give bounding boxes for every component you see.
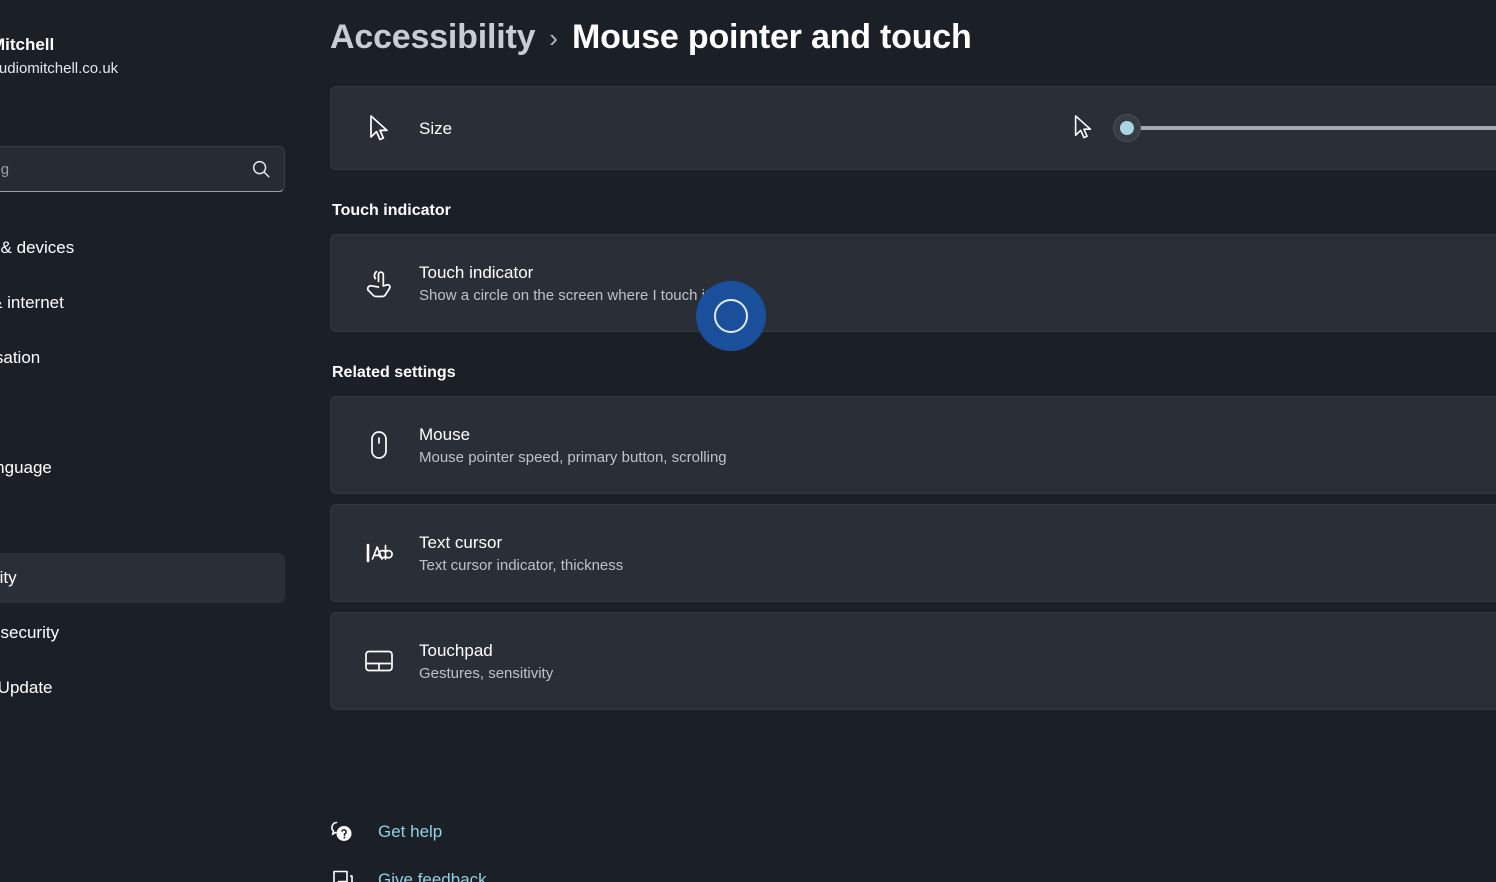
sidebar-nav: Bluetooth & devices Network & internet P…	[0, 218, 286, 718]
chevron-right-icon: ›	[549, 22, 558, 53]
mouse-texts: Mouse Mouse pointer speed, primary butto…	[419, 423, 1496, 468]
sidebar-item-label: Windows Update	[0, 678, 53, 697]
touch-indicator-texts: Touch indicator Show a circle on the scr…	[419, 261, 1496, 306]
sidebar-item-label: Time & language	[0, 458, 52, 477]
feedback-icon	[333, 870, 353, 882]
give-feedback-label: Give feedback	[378, 870, 487, 882]
page-title: Mouse pointer and touch	[571, 18, 972, 56]
mouse-pointer-icon	[1074, 115, 1092, 139]
touch-tap-icon	[357, 261, 401, 305]
footer-links: Get help Give feedback	[330, 808, 1030, 882]
related-settings-heading: Related settings	[332, 364, 456, 381]
sidebar-item-time-language[interactable]: Time & language	[0, 443, 285, 493]
row-gap	[330, 494, 1496, 504]
size-label: Size	[419, 118, 453, 138]
size-setting-row[interactable]: Size	[330, 86, 1496, 170]
sidebar-item-label: Personalisation	[0, 348, 41, 367]
search-icon[interactable]	[250, 158, 272, 180]
touch-indicator-row[interactable]: Touch indicator Show a circle on the scr…	[330, 234, 1496, 332]
touch-indicator-preview-ring	[714, 299, 748, 333]
sidebar: Georgia Mitchell georgia@studiomitchell.…	[0, 0, 286, 882]
mouse-pointer-icon	[357, 106, 401, 150]
settings-window: Georgia Mitchell georgia@studiomitchell.…	[0, 0, 1496, 882]
give-feedback-link[interactable]: Give feedback	[330, 856, 1030, 882]
sidebar-item-label: Network & internet	[0, 293, 64, 312]
search-box[interactable]	[0, 146, 285, 192]
get-help-link[interactable]: Get help	[330, 808, 1030, 856]
touch-indicator-title: Touch indicator	[419, 262, 534, 282]
search-input[interactable]	[0, 147, 250, 191]
touch-indicator-preview-circle	[696, 281, 766, 351]
sidebar-item-apps[interactable]: Apps	[0, 388, 285, 438]
breadcrumb: Accessibility › Mouse pointer and touch	[330, 18, 972, 57]
sidebar-item-gaming[interactable]: Gaming	[0, 498, 285, 548]
get-help-label: Get help	[378, 822, 443, 841]
touchpad-subtitle: Gestures, sensitivity	[419, 664, 554, 682]
touchpad-icon	[357, 639, 401, 683]
text-cursor-icon	[357, 531, 401, 575]
sidebar-item-windows-update[interactable]: Windows Update	[0, 663, 285, 713]
mouse-subtitle: Mouse pointer speed, primary button, scr…	[419, 448, 727, 466]
mouse-icon	[357, 423, 401, 467]
sidebar-item-network-internet[interactable]: Network & internet	[0, 278, 285, 328]
touchpad-title: Touchpad	[419, 640, 493, 660]
touch-indicator-subtitle: Show a circle on the screen where I touc…	[419, 286, 710, 304]
sidebar-item-privacy-security[interactable]: Privacy & security	[0, 608, 285, 658]
main-content: Accessibility › Mouse pointer and touch …	[286, 0, 1496, 882]
size-slider[interactable]	[1074, 110, 1496, 146]
text-cursor-subtitle: Text cursor indicator, thickness	[419, 556, 624, 574]
slider-thumb[interactable]	[1113, 114, 1141, 142]
row-gap	[330, 602, 1496, 612]
text-cursor-texts: Text cursor Text cursor indicator, thick…	[419, 531, 1496, 576]
sidebar-item-accessibility[interactable]: Accessibility	[0, 553, 285, 603]
profile-name: Georgia Mitchell	[0, 35, 55, 54]
profile-email: georgia@studiomitchell.co.uk	[0, 60, 119, 77]
settings-list: Size Touch indicator Touch indicator Sho…	[330, 86, 1496, 710]
text-cursor-title: Text cursor	[419, 532, 503, 552]
size-texts: Size	[419, 117, 1085, 140]
slider-track[interactable]	[1133, 126, 1496, 130]
sidebar-item-label: Bluetooth & devices	[0, 238, 75, 257]
breadcrumb-root-link[interactable]: Accessibility	[330, 18, 535, 57]
touch-indicator-heading: Touch indicator	[332, 202, 451, 219]
sidebar-item-personalisation[interactable]: Personalisation	[0, 333, 285, 383]
user-profile[interactable]: Georgia Mitchell georgia@studiomitchell.…	[0, 34, 282, 79]
mouse-title: Mouse	[419, 424, 471, 444]
mouse-settings-row[interactable]: Mouse Mouse pointer speed, primary butto…	[330, 396, 1496, 494]
touchpad-texts: Touchpad Gestures, sensitivity	[419, 639, 1496, 684]
sidebar-item-label: Privacy & security	[0, 623, 60, 642]
sidebar-item-bluetooth-devices[interactable]: Bluetooth & devices	[0, 223, 285, 273]
text-cursor-settings-row[interactable]: Text cursor Text cursor indicator, thick…	[330, 504, 1496, 602]
sidebar-item-label: Accessibility	[0, 568, 17, 587]
help-icon	[331, 821, 352, 841]
touchpad-settings-row[interactable]: Touchpad Gestures, sensitivity	[330, 612, 1496, 710]
